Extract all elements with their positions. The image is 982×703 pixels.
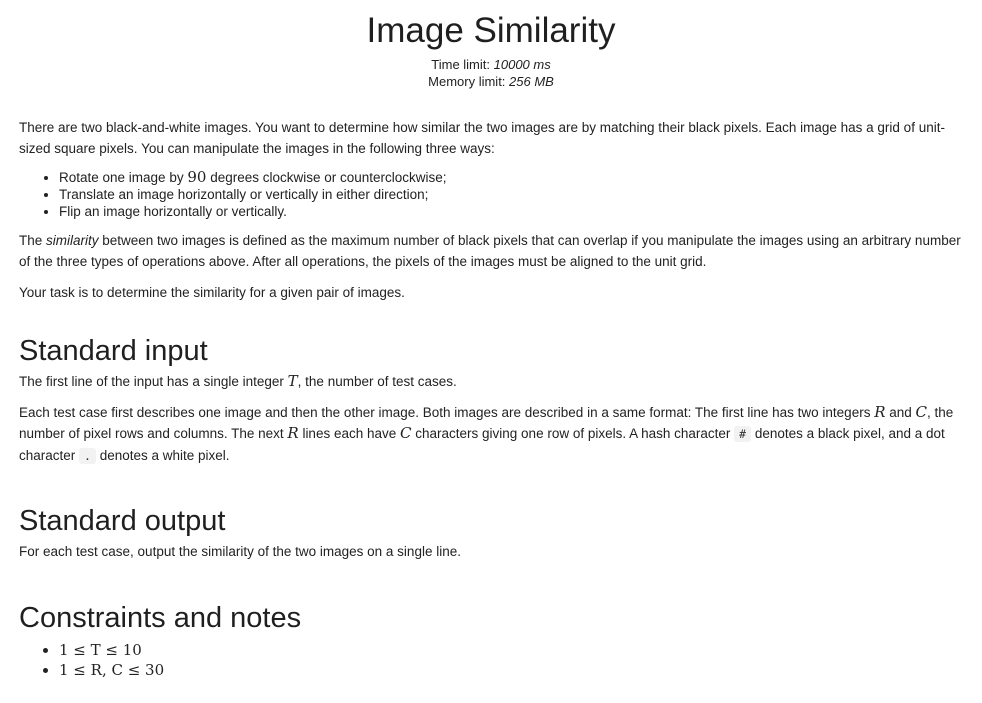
constraints-list: 1 ≤ T ≤ 10 1 ≤ R, C ≤ 30 — [19, 640, 963, 680]
memory-limit-value: 256 MB — [509, 74, 554, 89]
input-heading: Standard input — [19, 335, 208, 367]
input-p1-post: , the number of test cases. — [297, 374, 457, 389]
input-p2-f: denotes a white pixel. — [95, 448, 230, 463]
operations-list: Rotate one image by 90 degrees clockwise… — [19, 169, 963, 220]
input-paragraph-1: The first line of the input has a single… — [19, 371, 963, 392]
rotate-degrees: 90 — [187, 168, 207, 186]
var-R-2: R — [287, 424, 299, 442]
var-C: C — [915, 403, 928, 421]
memory-limit-label: Memory limit: — [428, 74, 510, 89]
limits-block: Time limit: 10000 ms Memory limit: 256 M… — [19, 56, 963, 90]
input-p2-d: characters giving one row of pixels. A h… — [411, 426, 735, 441]
time-limit: Time limit: 10000 ms — [19, 56, 963, 73]
task-paragraph: Your task is to determine the similarity… — [19, 285, 405, 300]
operation-rotate: Rotate one image by 90 degrees clockwise… — [59, 169, 963, 186]
input-p2-c: lines each have — [298, 426, 401, 441]
output-paragraph: For each test case, output the similarit… — [19, 544, 461, 559]
rotate-text-end: degrees clockwise or counterclockwise; — [206, 170, 447, 185]
operation-flip: Flip an image horizontally or vertically… — [59, 203, 963, 220]
intro-paragraph: There are two black-and-white images. Yo… — [19, 120, 945, 156]
constraint-T: 1 ≤ T ≤ 10 — [59, 640, 963, 660]
operation-translate: Translate an image horizontally or verti… — [59, 186, 963, 203]
dot-code: . — [79, 448, 96, 464]
rotate-text: Rotate one image by — [59, 170, 188, 185]
page-title: Image Similarity — [366, 11, 616, 50]
input-p1-pre: The first line of the input has a single… — [19, 374, 288, 389]
time-limit-label: Time limit: — [431, 57, 494, 72]
constraints-heading: Constraints and notes — [19, 602, 302, 634]
time-limit-value: 10000 ms — [493, 57, 551, 72]
similarity-definition: The similarity between two images is def… — [19, 230, 963, 272]
var-C-2: C — [400, 424, 412, 442]
var-T: T — [287, 372, 298, 390]
constraint-RC: 1 ≤ R, C ≤ 30 — [59, 660, 963, 680]
hash-code: # — [734, 426, 752, 442]
input-paragraph-2: Each test case first describes one image… — [19, 402, 963, 467]
similarity-pre: The — [19, 233, 47, 248]
input-p2-a: Each test case first describes one image… — [19, 405, 875, 420]
similarity-post: between two images is defined as the max… — [19, 233, 961, 269]
similarity-term: similarity — [46, 233, 99, 248]
input-p2-and: and — [885, 405, 916, 420]
memory-limit: Memory limit: 256 MB — [19, 73, 963, 90]
var-R: R — [874, 403, 886, 421]
output-heading: Standard output — [19, 505, 226, 537]
problem-page: Image Similarity Time limit: 10000 ms Me… — [0, 0, 982, 703]
